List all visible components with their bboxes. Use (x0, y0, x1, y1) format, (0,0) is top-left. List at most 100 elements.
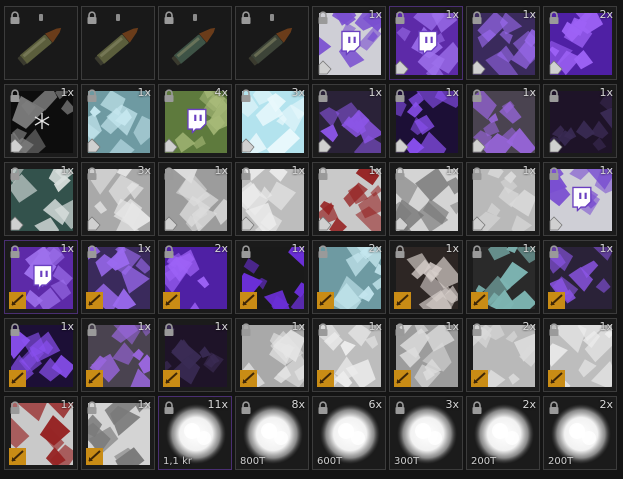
weapon-badge-icon (548, 292, 565, 309)
weapon-badge-icon (240, 370, 257, 387)
item-quantity: 1x (291, 320, 305, 333)
twitch-logo-icon (416, 30, 438, 60)
inventory-slot[interactable]: 1x (466, 84, 540, 158)
corner-tag-icon (9, 137, 25, 153)
item-value: 200T (548, 456, 574, 467)
item-quantity: 2x (522, 320, 536, 333)
inventory-slot[interactable]: 1x (4, 396, 78, 470)
inventory-slot[interactable]: 1x (4, 84, 78, 158)
inventory-slot[interactable]: 11x 1,1 kr (158, 396, 232, 470)
corner-tag-icon (86, 137, 102, 153)
inventory-slot[interactable]: 1x (81, 240, 155, 314)
inventory-slot[interactable]: 8x 800T (235, 396, 309, 470)
inventory-slot[interactable]: 1x (158, 318, 232, 392)
inventory-slot[interactable]: 1x (235, 240, 309, 314)
item-quantity: 1x (60, 86, 74, 99)
item-quantity: 1x (522, 8, 536, 21)
lock-icon (162, 166, 176, 180)
corner-tag-icon (9, 215, 25, 231)
inventory-slot[interactable]: 1x (4, 240, 78, 314)
item-quantity: 6x (368, 398, 382, 411)
item-quantity: 1x (445, 86, 459, 99)
corner-tag-icon (240, 137, 256, 153)
inventory-slot[interactable]: 2x (158, 240, 232, 314)
inventory-slot[interactable]: 3x 300T (389, 396, 463, 470)
item-quantity: 1x (214, 320, 228, 333)
item-quantity: 1x (137, 320, 151, 333)
inventory-slot[interactable] (235, 6, 309, 80)
item-quantity: 1x (522, 86, 536, 99)
inventory-slot[interactable]: 1x (543, 318, 617, 392)
snowflake-icon (33, 112, 51, 134)
inventory-slot[interactable]: 1x (312, 162, 386, 236)
inventory-slot[interactable]: 1x (4, 162, 78, 236)
inventory-slot[interactable]: 1x (389, 84, 463, 158)
inventory-slot[interactable]: 1x (312, 84, 386, 158)
inventory-slot[interactable]: 2x (466, 318, 540, 392)
inventory-slot[interactable]: 1x (389, 162, 463, 236)
item-quantity: 4x (214, 86, 228, 99)
inventory-slot[interactable] (158, 6, 232, 80)
inventory-slot[interactable] (4, 6, 78, 80)
lock-icon (470, 166, 484, 180)
item-quantity: 1x (137, 86, 151, 99)
inventory-slot[interactable]: 1x (389, 318, 463, 392)
corner-tag-icon (394, 137, 410, 153)
inventory-slot[interactable]: 1x (389, 6, 463, 80)
item-quantity: 1x (368, 164, 382, 177)
inventory-slot[interactable]: 2x 200T (543, 396, 617, 470)
inventory-slot[interactable]: 3x (235, 84, 309, 158)
item-value: 200T (471, 456, 497, 467)
item-quantity: 1x (214, 164, 228, 177)
inventory-slot[interactable]: 1x (312, 6, 386, 80)
item-quantity: 1x (291, 164, 305, 177)
lock-icon (547, 400, 561, 414)
inventory-slot[interactable]: 1x (81, 318, 155, 392)
weapon-badge-icon (317, 370, 334, 387)
inventory-slot[interactable]: 1x (158, 162, 232, 236)
inventory-slot[interactable]: 2x (312, 240, 386, 314)
inventory-slot[interactable]: 1x (235, 318, 309, 392)
inventory-slot[interactable]: 1x (81, 84, 155, 158)
lock-icon (8, 166, 22, 180)
lock-icon (316, 322, 330, 336)
item-quantity: 1x (445, 8, 459, 21)
inventory-slot[interactable]: 4x (158, 84, 232, 158)
item-quantity: 1x (60, 242, 74, 255)
inventory-slot[interactable]: 1x (81, 396, 155, 470)
inventory-slot[interactable]: 2x (543, 6, 617, 80)
lock-icon (470, 400, 484, 414)
inventory-slot[interactable]: 1x (4, 318, 78, 392)
item-quantity: 1x (60, 164, 74, 177)
twitch-logo-icon (339, 30, 361, 60)
inventory-grid: 1x 1x 1x 2x 1x 1x 4x 3x 1x 1x 1x 1x 1x 3x 1x 1x 1x 1x 1x 1x… (4, 6, 620, 476)
inventory-slot[interactable]: 1x (543, 84, 617, 158)
item-value: 300T (394, 456, 420, 467)
inventory-slot[interactable]: 1x (466, 6, 540, 80)
corner-tag-icon (471, 215, 487, 231)
inventory-slot[interactable]: 3x (81, 162, 155, 236)
twitch-logo-icon (570, 186, 592, 216)
weapon-badge-icon (9, 448, 26, 465)
lock-icon (8, 244, 22, 258)
inventory-slot[interactable]: 1x (543, 162, 617, 236)
lock-icon (393, 400, 407, 414)
lock-icon (162, 400, 176, 414)
lock-icon (316, 88, 330, 102)
lock-icon (239, 88, 253, 102)
inventory-slot[interactable]: 1x (235, 162, 309, 236)
inventory-slot[interactable] (81, 6, 155, 80)
item-quantity: 2x (599, 8, 613, 21)
item-quantity: 3x (291, 86, 305, 99)
inventory-slot[interactable]: 2x 200T (466, 396, 540, 470)
item-quantity: 1x (522, 242, 536, 255)
inventory-slot[interactable]: 1x (466, 162, 540, 236)
weapon-badge-icon (471, 370, 488, 387)
weapon-badge-icon (9, 370, 26, 387)
inventory-slot[interactable]: 1x (543, 240, 617, 314)
inventory-slot[interactable]: 1x (312, 318, 386, 392)
item-quantity: 1x (445, 320, 459, 333)
inventory-slot[interactable]: 1x (466, 240, 540, 314)
inventory-slot[interactable]: 1x (389, 240, 463, 314)
inventory-slot[interactable]: 6x 600T (312, 396, 386, 470)
